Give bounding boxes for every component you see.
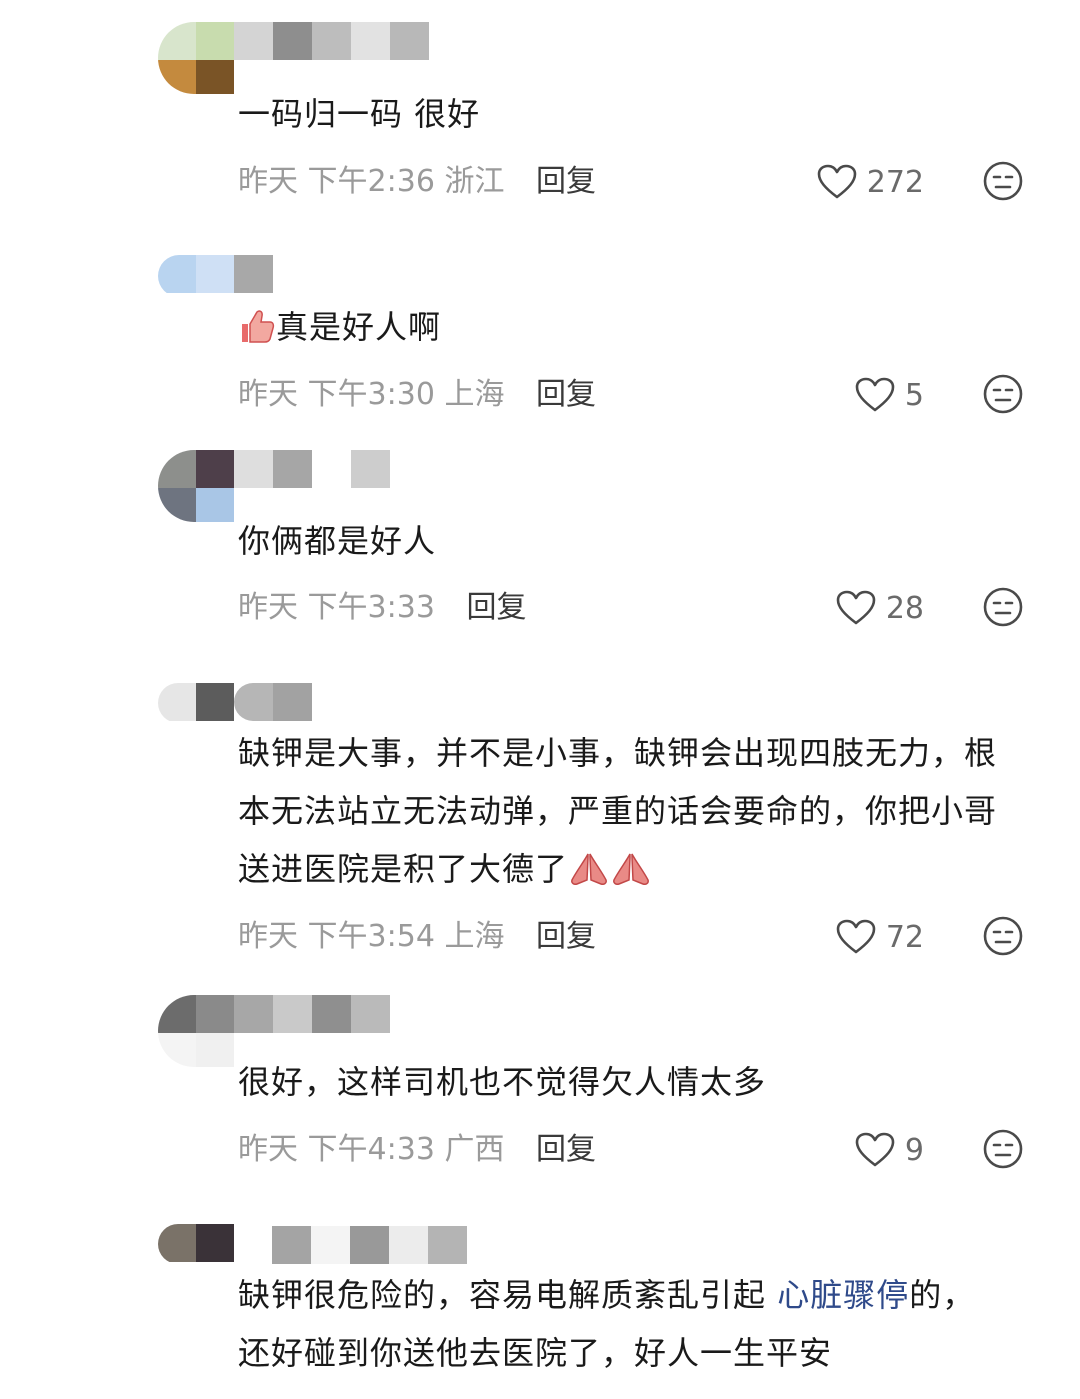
- like-button[interactable]: 9: [855, 1128, 924, 1172]
- like-count: 72: [885, 919, 924, 955]
- comment-text: 一码归一码 很好: [238, 95, 481, 133]
- thumbs-up-emoji: [242, 310, 275, 343]
- dislike-face-icon[interactable]: [982, 586, 1024, 628]
- dislike-face-icon[interactable]: [982, 915, 1024, 957]
- reply-button[interactable]: 回复: [466, 590, 526, 625]
- comment-text-block: 缺钾很危险的，容易电解质紊乱引起 心脏骤停的，还好碰到你送他去医院了，好人一生平…: [238, 1266, 998, 1382]
- avatar[interactable]: [158, 255, 234, 297]
- comment-time: 昨天 下午3:54: [238, 919, 435, 954]
- comment-text: 缺钾很危险的，容易电解质紊乱引起: [238, 1276, 778, 1314]
- comment-meta: 昨天 下午2:36 浙江 回复: [238, 160, 596, 204]
- reply-button[interactable]: 回复: [536, 377, 596, 412]
- comment-time: 昨天 下午4:33: [238, 1132, 435, 1167]
- comment-text: 你俩都是好人: [238, 522, 437, 560]
- dislike-face-icon[interactable]: [982, 373, 1024, 415]
- avatar[interactable]: [158, 995, 234, 1067]
- comment-time: 昨天 下午3:33: [238, 590, 435, 625]
- reply-button[interactable]: 回复: [536, 919, 596, 954]
- like-count: 272: [866, 164, 924, 200]
- like-button[interactable]: 272: [817, 160, 924, 204]
- comment-location: 广西: [444, 1132, 505, 1167]
- dislike-face-icon[interactable]: [982, 160, 1024, 202]
- comment-meta: 昨天 下午3:54 上海 回复: [238, 915, 596, 959]
- comment-location: 浙江: [444, 164, 505, 199]
- comment-text-block: 缺钾是大事，并不是小事，缺钾会出现四肢无力，根本无法站立无法动弹，严重的话会要命…: [238, 724, 998, 898]
- avatar[interactable]: [158, 450, 234, 522]
- reply-button[interactable]: 回复: [536, 164, 596, 199]
- like-count: 5: [904, 377, 924, 413]
- heart-icon: [836, 919, 876, 954]
- avatar[interactable]: [158, 1224, 234, 1264]
- avatar[interactable]: [158, 683, 234, 723]
- keyword-link[interactable]: 心脏骤停: [777, 1276, 909, 1314]
- comment-meta: 昨天 下午4:33 广西 回复: [238, 1128, 596, 1172]
- reply-button[interactable]: 回复: [536, 1132, 596, 1167]
- like-button[interactable]: 28: [836, 586, 924, 630]
- heart-icon: [855, 1132, 895, 1167]
- like-count: 9: [904, 1132, 924, 1168]
- heart-icon: [836, 590, 876, 625]
- comment-location: 上海: [444, 919, 505, 954]
- comment-text: 很好，这样司机也不觉得欠人情太多: [238, 1063, 767, 1101]
- comment-text-row: 真是好人啊: [238, 298, 998, 356]
- like-button[interactable]: 72: [836, 915, 924, 959]
- praying-hands-emoji: [571, 853, 649, 885]
- like-count: 28: [885, 590, 924, 626]
- avatar[interactable]: [158, 22, 234, 94]
- comment-time: 昨天 下午2:36: [238, 164, 435, 199]
- comment-text: 真是好人啊: [276, 308, 442, 346]
- like-button[interactable]: 5: [855, 373, 924, 417]
- comment-meta: 昨天 下午3:30 上海 回复: [238, 373, 596, 417]
- comment-time: 昨天 下午3:30: [238, 377, 435, 412]
- comment-meta: 昨天 下午3:33 回复: [238, 586, 526, 630]
- heart-icon: [817, 164, 857, 199]
- heart-icon: [855, 377, 895, 412]
- comment-location: 上海: [444, 377, 505, 412]
- dislike-face-icon[interactable]: [982, 1128, 1024, 1170]
